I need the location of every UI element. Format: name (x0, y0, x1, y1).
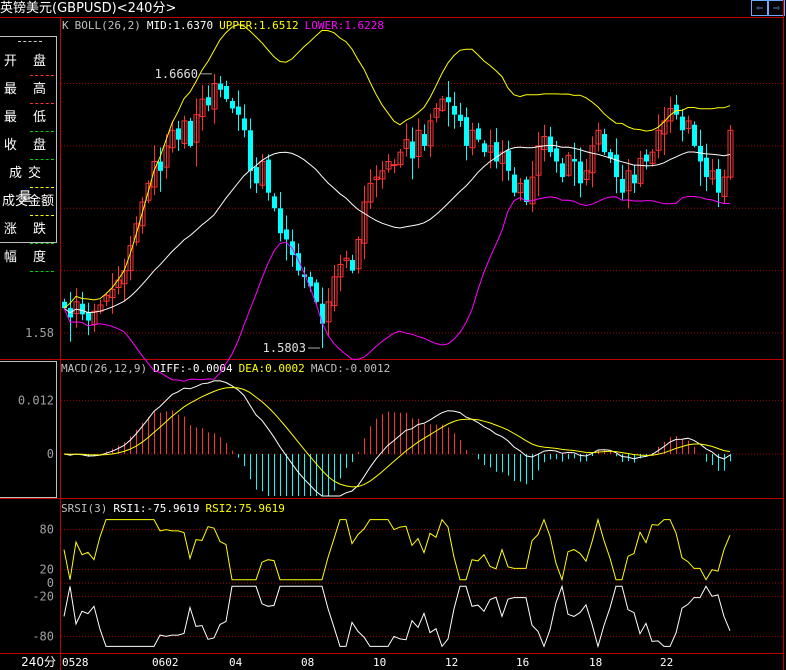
chart-canvas[interactable]: 1.581.66601.58030.012080200-20-80240分 052… (0, 0, 786, 670)
candle-down (692, 124, 697, 146)
x-axis-label: 0528 (62, 656, 89, 669)
low-price-marker: 1.5803 (263, 341, 306, 355)
candle-down (458, 114, 463, 121)
rsi1-line (63, 584, 731, 649)
candle-down (644, 154, 649, 162)
candle-down (266, 159, 271, 193)
candle-up (391, 164, 398, 167)
candle-down (218, 83, 223, 90)
macd-axis-label: 0 (47, 447, 54, 461)
candle-down (158, 161, 163, 171)
candle-down (272, 196, 277, 209)
candle-down (242, 118, 247, 131)
candle-down (206, 97, 211, 106)
x-axis-label: 18 (589, 656, 602, 669)
candle-down (620, 178, 625, 193)
x-axis-label: 10 (373, 656, 386, 669)
candle-down (188, 120, 193, 146)
boll-lower-line (63, 196, 731, 382)
x-axis-label: 0602 (152, 656, 179, 669)
macd-axis-label: 0.012 (18, 393, 54, 407)
x-axis-label: 12 (445, 656, 458, 669)
candle-down (680, 116, 685, 131)
candle-down (254, 167, 259, 184)
candle-down (548, 136, 553, 153)
candle-down (476, 128, 481, 140)
x-axis-label: 16 (516, 656, 529, 669)
rsi-axis-label: 0 (47, 576, 54, 590)
rsi-axis-label: 80 (40, 523, 54, 537)
candle-down (464, 117, 469, 146)
candle-down (224, 86, 229, 100)
candle-down (422, 134, 427, 146)
candle-down (512, 174, 517, 193)
candle-down (602, 134, 607, 153)
candle-down (248, 130, 253, 171)
macd-diff-line (63, 380, 731, 497)
rsi-axis-label: -20 (32, 589, 54, 603)
candle-down (236, 106, 241, 115)
candle-down (482, 143, 487, 153)
price-axis-label: 1.58 (25, 326, 54, 340)
candle-down (716, 168, 721, 193)
candle-down (410, 141, 415, 159)
candle-down (230, 100, 235, 109)
rsi2-line (63, 517, 731, 582)
x-axis-label: 08 (301, 656, 314, 669)
period-label: 240分 (21, 655, 56, 669)
candle-down (704, 157, 709, 178)
candle-down (86, 312, 91, 321)
rsi-axis-label: -80 (32, 629, 54, 643)
candle-down (296, 253, 301, 271)
x-axis-label: 04 (229, 656, 243, 669)
candle-down (278, 208, 283, 234)
candle-down (614, 154, 619, 178)
rsi-axis-label: 20 (40, 563, 54, 577)
high-price-marker: 1.6660 (155, 67, 198, 81)
candle-down (320, 303, 325, 324)
candle-down (452, 105, 457, 115)
candle-down (284, 229, 289, 240)
candle-down (446, 97, 451, 103)
candle-down (524, 179, 529, 203)
candle-down (506, 150, 511, 171)
candle-down (560, 163, 565, 178)
candle-down (176, 128, 181, 140)
candle-down (674, 104, 679, 115)
candle-down (632, 174, 637, 184)
x-axis-label: 22 (660, 656, 673, 669)
candle-down (578, 161, 583, 184)
candle-down (572, 158, 577, 162)
candle-down (554, 148, 559, 162)
candle-down (350, 260, 355, 271)
candle-down (80, 303, 85, 315)
